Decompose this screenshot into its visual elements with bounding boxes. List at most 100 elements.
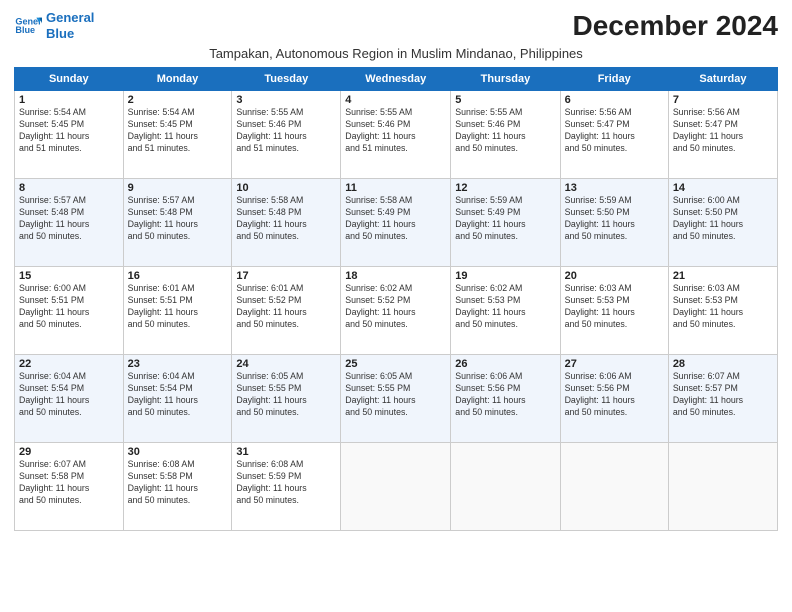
day-number: 1 <box>19 94 119 106</box>
day-number: 11 <box>345 182 446 194</box>
day-detail: Sunrise: 5:58 AM Sunset: 5:49 PM Dayligh… <box>345 195 446 243</box>
day-detail: Sunrise: 6:06 AM Sunset: 5:56 PM Dayligh… <box>455 371 555 419</box>
day-detail: Sunrise: 6:05 AM Sunset: 5:55 PM Dayligh… <box>345 371 446 419</box>
calendar-cell-w1-d1: 2Sunrise: 5:54 AM Sunset: 5:45 PM Daylig… <box>123 91 232 179</box>
calendar-cell-w4-d6: 28Sunrise: 6:07 AM Sunset: 5:57 PM Dayli… <box>668 355 777 443</box>
week-row-5: 29Sunrise: 6:07 AM Sunset: 5:58 PM Dayli… <box>15 443 778 531</box>
day-detail: Sunrise: 6:00 AM Sunset: 5:51 PM Dayligh… <box>19 283 119 331</box>
calendar-cell-w3-d3: 18Sunrise: 6:02 AM Sunset: 5:52 PM Dayli… <box>341 267 451 355</box>
day-number: 13 <box>565 182 664 194</box>
calendar-cell-w5-d3 <box>341 443 451 531</box>
day-number: 15 <box>19 270 119 282</box>
calendar-cell-w3-d1: 16Sunrise: 6:01 AM Sunset: 5:51 PM Dayli… <box>123 267 232 355</box>
header: General Blue GeneralBlue December 2024 <box>14 10 778 42</box>
calendar-cell-w2-d6: 14Sunrise: 6:00 AM Sunset: 5:50 PM Dayli… <box>668 179 777 267</box>
calendar-cell-w5-d4 <box>451 443 560 531</box>
day-detail: Sunrise: 5:55 AM Sunset: 5:46 PM Dayligh… <box>236 107 336 155</box>
calendar-cell-w3-d5: 20Sunrise: 6:03 AM Sunset: 5:53 PM Dayli… <box>560 267 668 355</box>
day-number: 28 <box>673 358 773 370</box>
calendar-cell-w4-d3: 25Sunrise: 6:05 AM Sunset: 5:55 PM Dayli… <box>341 355 451 443</box>
day-number: 22 <box>19 358 119 370</box>
day-number: 31 <box>236 446 336 458</box>
week-row-1: 1Sunrise: 5:54 AM Sunset: 5:45 PM Daylig… <box>15 91 778 179</box>
day-detail: Sunrise: 5:57 AM Sunset: 5:48 PM Dayligh… <box>128 195 228 243</box>
calendar-cell-w4-d4: 26Sunrise: 6:06 AM Sunset: 5:56 PM Dayli… <box>451 355 560 443</box>
day-number: 4 <box>345 94 446 106</box>
day-number: 20 <box>565 270 664 282</box>
day-number: 16 <box>128 270 228 282</box>
day-detail: Sunrise: 5:57 AM Sunset: 5:48 PM Dayligh… <box>19 195 119 243</box>
day-detail: Sunrise: 6:08 AM Sunset: 5:58 PM Dayligh… <box>128 459 228 507</box>
calendar-cell-w5-d0: 29Sunrise: 6:07 AM Sunset: 5:58 PM Dayli… <box>15 443 124 531</box>
day-detail: Sunrise: 6:00 AM Sunset: 5:50 PM Dayligh… <box>673 195 773 243</box>
calendar-cell-w3-d6: 21Sunrise: 6:03 AM Sunset: 5:53 PM Dayli… <box>668 267 777 355</box>
day-number: 25 <box>345 358 446 370</box>
day-detail: Sunrise: 6:03 AM Sunset: 5:53 PM Dayligh… <box>565 283 664 331</box>
calendar-cell-w3-d2: 17Sunrise: 6:01 AM Sunset: 5:52 PM Dayli… <box>232 267 341 355</box>
day-number: 21 <box>673 270 773 282</box>
day-detail: Sunrise: 5:55 AM Sunset: 5:46 PM Dayligh… <box>345 107 446 155</box>
col-monday: Monday <box>123 68 232 91</box>
week-row-2: 8Sunrise: 5:57 AM Sunset: 5:48 PM Daylig… <box>15 179 778 267</box>
col-sunday: Sunday <box>15 68 124 91</box>
col-tuesday: Tuesday <box>232 68 341 91</box>
day-detail: Sunrise: 5:59 AM Sunset: 5:50 PM Dayligh… <box>565 195 664 243</box>
day-number: 18 <box>345 270 446 282</box>
calendar-header-row: Sunday Monday Tuesday Wednesday Thursday… <box>15 68 778 91</box>
calendar-cell-w3-d0: 15Sunrise: 6:00 AM Sunset: 5:51 PM Dayli… <box>15 267 124 355</box>
day-detail: Sunrise: 6:04 AM Sunset: 5:54 PM Dayligh… <box>19 371 119 419</box>
calendar-cell-w1-d0: 1Sunrise: 5:54 AM Sunset: 5:45 PM Daylig… <box>15 91 124 179</box>
calendar-cell-w2-d3: 11Sunrise: 5:58 AM Sunset: 5:49 PM Dayli… <box>341 179 451 267</box>
day-detail: Sunrise: 6:07 AM Sunset: 5:58 PM Dayligh… <box>19 459 119 507</box>
day-detail: Sunrise: 5:54 AM Sunset: 5:45 PM Dayligh… <box>19 107 119 155</box>
calendar-cell-w4-d0: 22Sunrise: 6:04 AM Sunset: 5:54 PM Dayli… <box>15 355 124 443</box>
main-title: December 2024 <box>573 10 778 42</box>
svg-text:Blue: Blue <box>15 25 35 35</box>
col-wednesday: Wednesday <box>341 68 451 91</box>
day-number: 2 <box>128 94 228 106</box>
day-number: 19 <box>455 270 555 282</box>
day-number: 10 <box>236 182 336 194</box>
week-row-3: 15Sunrise: 6:00 AM Sunset: 5:51 PM Dayli… <box>15 267 778 355</box>
calendar-cell-w2-d0: 8Sunrise: 5:57 AM Sunset: 5:48 PM Daylig… <box>15 179 124 267</box>
day-detail: Sunrise: 6:07 AM Sunset: 5:57 PM Dayligh… <box>673 371 773 419</box>
calendar-cell-w2-d2: 10Sunrise: 5:58 AM Sunset: 5:48 PM Dayli… <box>232 179 341 267</box>
logo-icon: General Blue <box>14 12 42 40</box>
day-number: 8 <box>19 182 119 194</box>
calendar-cell-w5-d6 <box>668 443 777 531</box>
day-number: 6 <box>565 94 664 106</box>
day-detail: Sunrise: 6:08 AM Sunset: 5:59 PM Dayligh… <box>236 459 336 507</box>
day-number: 9 <box>128 182 228 194</box>
calendar-cell-w1-d3: 4Sunrise: 5:55 AM Sunset: 5:46 PM Daylig… <box>341 91 451 179</box>
calendar-cell-w5-d5 <box>560 443 668 531</box>
calendar-cell-w3-d4: 19Sunrise: 6:02 AM Sunset: 5:53 PM Dayli… <box>451 267 560 355</box>
calendar-cell-w1-d5: 6Sunrise: 5:56 AM Sunset: 5:47 PM Daylig… <box>560 91 668 179</box>
day-number: 29 <box>19 446 119 458</box>
calendar-cell-w2-d4: 12Sunrise: 5:59 AM Sunset: 5:49 PM Dayli… <box>451 179 560 267</box>
day-detail: Sunrise: 5:58 AM Sunset: 5:48 PM Dayligh… <box>236 195 336 243</box>
day-detail: Sunrise: 6:02 AM Sunset: 5:52 PM Dayligh… <box>345 283 446 331</box>
day-number: 12 <box>455 182 555 194</box>
day-detail: Sunrise: 6:04 AM Sunset: 5:54 PM Dayligh… <box>128 371 228 419</box>
day-detail: Sunrise: 6:01 AM Sunset: 5:51 PM Dayligh… <box>128 283 228 331</box>
day-detail: Sunrise: 5:59 AM Sunset: 5:49 PM Dayligh… <box>455 195 555 243</box>
calendar-cell-w1-d6: 7Sunrise: 5:56 AM Sunset: 5:47 PM Daylig… <box>668 91 777 179</box>
calendar-cell-w5-d1: 30Sunrise: 6:08 AM Sunset: 5:58 PM Dayli… <box>123 443 232 531</box>
day-number: 3 <box>236 94 336 106</box>
calendar-cell-w4-d5: 27Sunrise: 6:06 AM Sunset: 5:56 PM Dayli… <box>560 355 668 443</box>
logo-text: GeneralBlue <box>46 10 94 41</box>
day-number: 26 <box>455 358 555 370</box>
day-detail: Sunrise: 5:56 AM Sunset: 5:47 PM Dayligh… <box>673 107 773 155</box>
calendar-cell-w2-d5: 13Sunrise: 5:59 AM Sunset: 5:50 PM Dayli… <box>560 179 668 267</box>
day-number: 30 <box>128 446 228 458</box>
day-number: 24 <box>236 358 336 370</box>
day-detail: Sunrise: 6:01 AM Sunset: 5:52 PM Dayligh… <box>236 283 336 331</box>
calendar-cell-w1-d2: 3Sunrise: 5:55 AM Sunset: 5:46 PM Daylig… <box>232 91 341 179</box>
calendar-cell-w4-d2: 24Sunrise: 6:05 AM Sunset: 5:55 PM Dayli… <box>232 355 341 443</box>
day-number: 7 <box>673 94 773 106</box>
day-number: 17 <box>236 270 336 282</box>
col-saturday: Saturday <box>668 68 777 91</box>
col-thursday: Thursday <box>451 68 560 91</box>
col-friday: Friday <box>560 68 668 91</box>
day-detail: Sunrise: 6:03 AM Sunset: 5:53 PM Dayligh… <box>673 283 773 331</box>
